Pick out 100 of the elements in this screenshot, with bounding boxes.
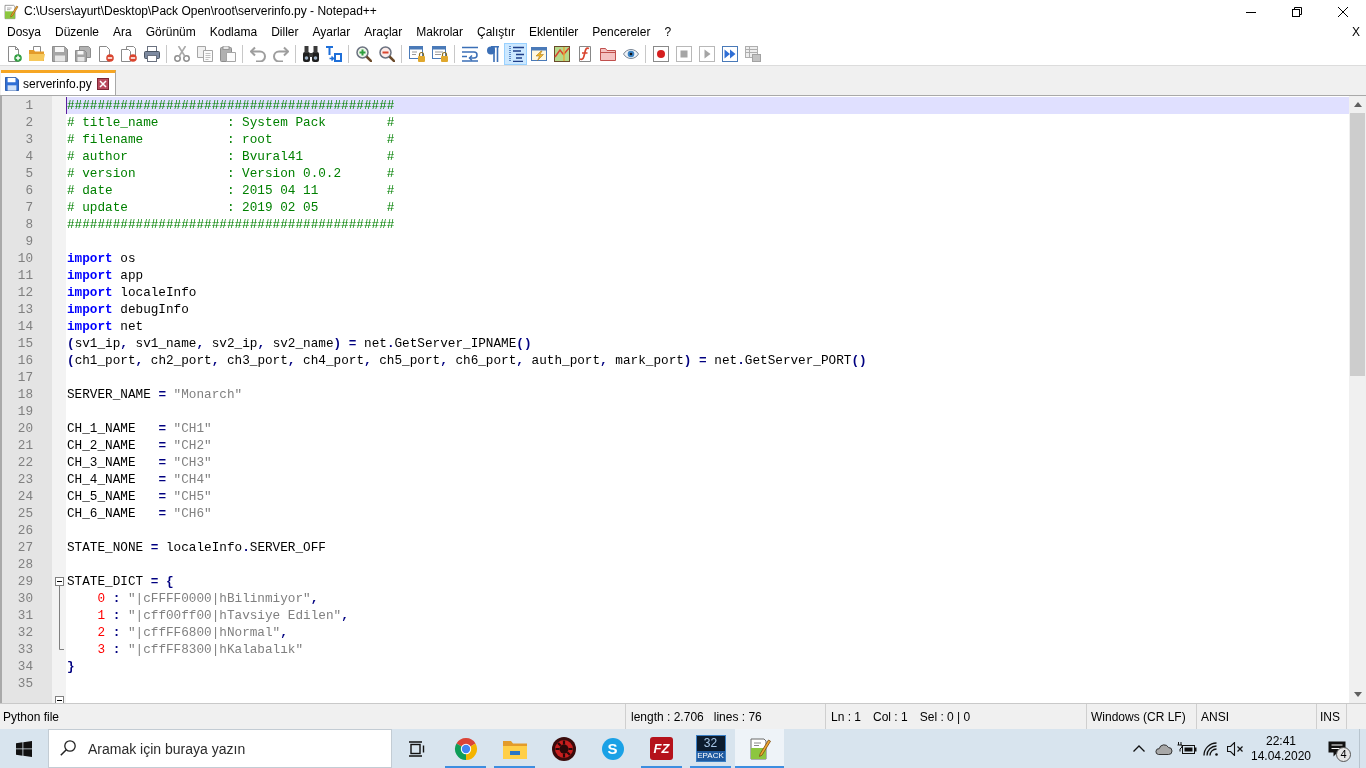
gear-circle-icon xyxy=(551,736,576,761)
code-line: ########################################### xyxy=(67,216,395,233)
line-number: 35 xyxy=(17,675,33,692)
line-number: 3 xyxy=(25,131,33,148)
s-logo: S xyxy=(601,737,624,760)
wifi-icon[interactable] xyxy=(1203,741,1219,756)
line-number: 24 xyxy=(17,488,33,505)
code-line: SERVER_NAME = "Monarch" xyxy=(67,386,243,403)
line-number: 12 xyxy=(17,284,33,301)
line-count-text: lines : 76 xyxy=(713,708,762,725)
line-number: 5 xyxy=(25,165,33,182)
line-number: 28 xyxy=(17,556,33,573)
line-number: 15 xyxy=(17,335,33,352)
insert-mode-text: INS xyxy=(1320,708,1340,725)
line-number: 31 xyxy=(17,607,33,624)
menu-item[interactable]: ? xyxy=(657,23,679,42)
code-line: } xyxy=(67,658,75,675)
menu-item[interactable]: Dosya xyxy=(0,23,48,42)
close-document-button[interactable]: X xyxy=(1351,23,1361,42)
code-line: CH_1_NAME = "CH1" xyxy=(67,420,212,437)
line-number: 20 xyxy=(17,420,33,437)
search-icon xyxy=(60,740,76,756)
fold-end-icon xyxy=(59,641,64,650)
scroll-thumb[interactable] xyxy=(1350,113,1365,376)
search-field[interactable]: Aramak için buraya yazın xyxy=(48,729,392,768)
code-line: STATE_NONE = localeInfo.SERVER_OFF xyxy=(67,539,326,556)
cursor-line-text: Ln : 1 xyxy=(831,708,862,725)
line-number: 6 xyxy=(25,182,33,199)
code-line: # update : 2019 02 05 # xyxy=(67,199,395,216)
notifications-button[interactable]: 4 xyxy=(1315,729,1359,768)
menu-item[interactable]: Pencereler xyxy=(585,23,658,42)
code-line: # date : 2015 04 11 # xyxy=(67,182,395,199)
code-line: # author : Bvural41 # xyxy=(67,148,395,165)
line-number: 9 xyxy=(25,233,33,250)
line-number: 34 xyxy=(17,658,33,675)
code-line: # version : Version 0.0.2 # xyxy=(67,165,395,182)
line-number: 16 xyxy=(17,352,33,369)
line-number: 2 xyxy=(25,114,33,131)
code-line: 3 : "|cffFF8300|hKalabalık" xyxy=(96,641,304,658)
line-number: 8 xyxy=(25,216,33,233)
vertical-scrollbar[interactable] xyxy=(1349,96,1366,703)
line-ending-text: Windows (CR LF) xyxy=(1091,708,1186,725)
speaker-muted-icon[interactable] xyxy=(1226,741,1244,756)
cloud-icon[interactable] xyxy=(1153,742,1173,755)
line-number: 19 xyxy=(17,403,33,420)
line-number: 10 xyxy=(17,250,33,267)
down-arrow-icon[interactable] xyxy=(1353,692,1362,697)
code-line: (sv1_ip, sv1_name, sv2_ip, sv2_name) = net.GetServer_IPNAME() xyxy=(67,335,532,352)
line-number: 26 xyxy=(17,522,33,539)
menu-item[interactable]: Kodlama xyxy=(202,23,265,42)
code-line: import app xyxy=(67,267,144,284)
menu-item[interactable]: Görünüm xyxy=(138,23,203,42)
line-number: 7 xyxy=(25,199,33,216)
line-number: 13 xyxy=(17,301,33,318)
code-line: CH_2_NAME = "CH2" xyxy=(67,437,212,454)
code-line: STATE_DICT = { xyxy=(67,573,174,590)
line-number: 14 xyxy=(17,318,33,335)
menu-item[interactable]: Ayarlar xyxy=(305,23,358,42)
file-tab[interactable]: serverinfo.py xyxy=(1,70,116,95)
menu-item[interactable]: Araçlar xyxy=(357,23,410,42)
taskbar-app-button[interactable]: FZ xyxy=(637,729,686,768)
code-line: ########################################### xyxy=(67,97,395,114)
notepad-pen-icon xyxy=(747,736,772,761)
selection-text: Sel : 0 | 0 xyxy=(919,708,971,725)
menu-item[interactable]: Diller xyxy=(264,23,306,42)
menu-item[interactable]: Çalıştır xyxy=(470,23,522,42)
fold-minus-icon[interactable] xyxy=(55,577,64,590)
task-view-icon xyxy=(408,740,425,757)
file-type-text: Python file xyxy=(3,708,60,725)
line-number: 30 xyxy=(17,590,33,607)
code-line: import net xyxy=(67,318,144,335)
code-line: 1 : "|cff00ff00|hTavsiye Edilen", xyxy=(96,607,349,624)
taskbar-app-button[interactable]: 32 EPACK xyxy=(686,729,735,768)
code-line: CH_6_NAME = "CH6" xyxy=(67,505,212,522)
clock-date: 14.04.2020 xyxy=(1250,748,1312,764)
code-line: # title_name : System Pack # xyxy=(67,114,395,131)
code-line: CH_3_NAME = "CH3" xyxy=(67,454,212,471)
menu-item[interactable]: Makrolar xyxy=(409,23,470,42)
code-line: CH_5_NAME = "CH5" xyxy=(67,488,212,505)
text-cursor xyxy=(66,97,67,114)
length-text: length : 2.706 xyxy=(631,708,704,725)
code-line: import debugInfo xyxy=(67,301,189,318)
code-line: (ch1_port, ch2_port, ch3_port, ch4_port, ch5_port, ch6_port, auth_port, mark_port) = net.GetServer_PORT() xyxy=(67,352,867,369)
code-line: # filename : root # xyxy=(67,131,395,148)
up-arrow-icon[interactable] xyxy=(1353,102,1362,107)
battery-charging-icon[interactable] xyxy=(1177,742,1197,755)
line-number: 29 xyxy=(17,573,33,590)
notification-count-badge: 4 xyxy=(1336,747,1351,762)
line-number: 22 xyxy=(17,454,33,471)
menu-item[interactable]: Düzenle xyxy=(48,23,107,42)
line-number: 33 xyxy=(17,641,33,658)
code-line: CH_4_NAME = "CH4" xyxy=(67,471,212,488)
close-icon xyxy=(1338,6,1348,17)
line-number: 11 xyxy=(17,267,33,284)
line-number: 17 xyxy=(17,369,33,386)
chevron-up-icon[interactable] xyxy=(1133,745,1145,752)
code-line: 0 : "|cFFFF0000|hBilinmiyor", xyxy=(96,590,319,607)
close-icon[interactable] xyxy=(96,78,109,90)
menu-item[interactable]: Ara xyxy=(106,23,139,42)
menu-item[interactable]: Eklentiler xyxy=(522,23,586,42)
